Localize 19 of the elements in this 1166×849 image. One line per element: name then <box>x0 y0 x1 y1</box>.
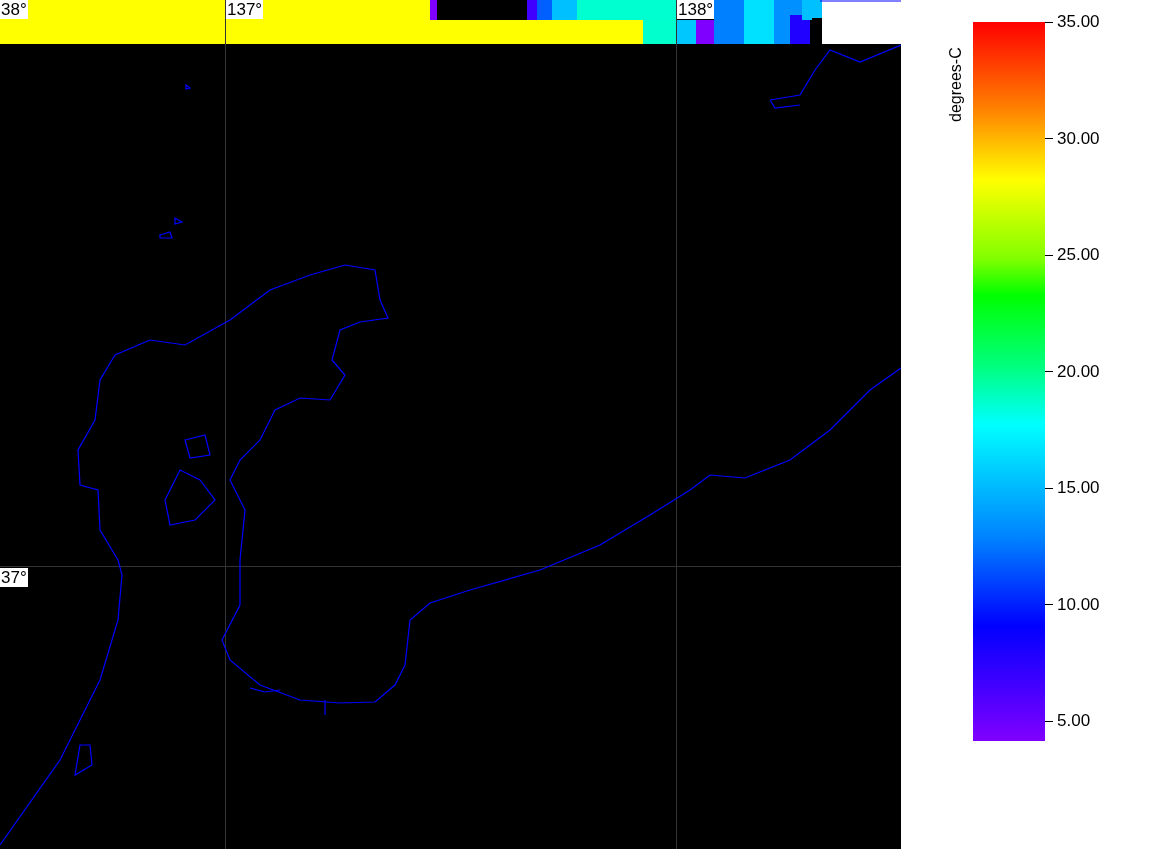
tick-label: 35.00 <box>1057 12 1100 32</box>
tick-label: 30.00 <box>1057 128 1100 149</box>
tick-label: 25.00 <box>1057 245 1100 265</box>
tick-label: 20.00 <box>1057 361 1100 382</box>
grid-label: 137° <box>226 0 264 19</box>
colorbar-title: degrees-C <box>947 46 965 122</box>
tick-label: 5.00 <box>1057 711 1091 731</box>
tick-mark <box>1045 487 1053 489</box>
tick-mark <box>1045 254 1053 256</box>
tick-mark <box>1045 138 1053 139</box>
tick-mark <box>1045 604 1053 605</box>
tick-mark <box>1045 720 1053 722</box>
tick-label: 10.00 <box>1057 594 1100 615</box>
grid-label: 138° <box>677 0 715 19</box>
tick-label: 15.00 <box>1057 478 1100 498</box>
grid-label: 38° <box>0 0 28 19</box>
tick-mark <box>1045 21 1053 23</box>
grid-label: 37° <box>0 568 28 587</box>
tick-mark <box>1045 371 1053 372</box>
